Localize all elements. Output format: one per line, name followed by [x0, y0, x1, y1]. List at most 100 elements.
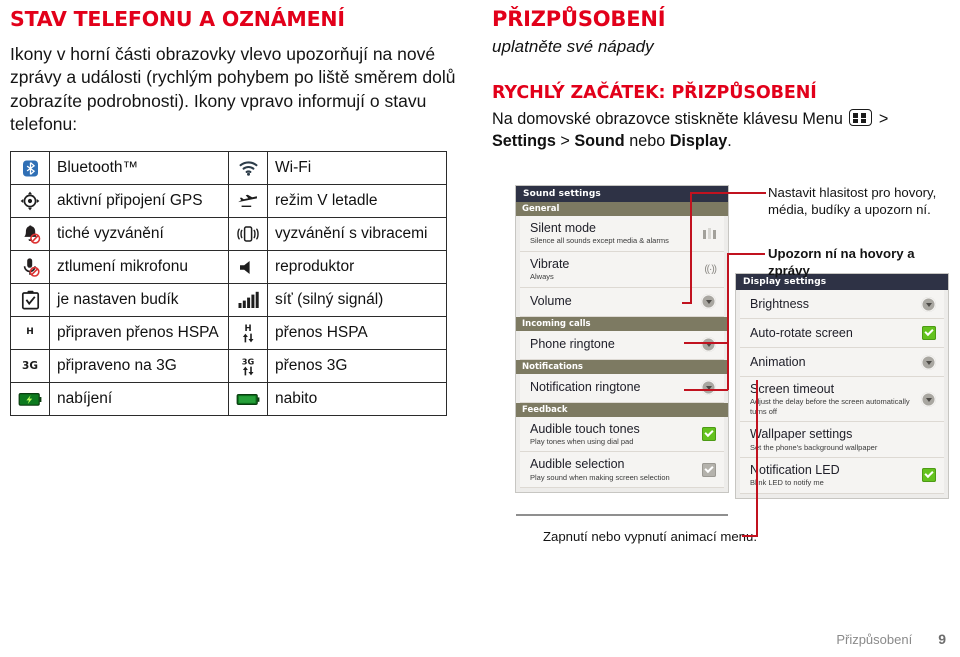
checkbox-auto-rotate[interactable] [922, 326, 936, 340]
leader-line-notify-v [727, 253, 729, 390]
list-item[interactable]: Animation [740, 348, 944, 377]
row-title: Brightness [750, 296, 810, 311]
list-item[interactable]: Phone ringtone [520, 330, 724, 360]
list-item[interactable]: Brightness [740, 290, 944, 319]
svg-text:3G: 3G [242, 357, 255, 367]
settings-sep-1: > [560, 131, 570, 150]
sound-settings-title: Sound settings [516, 186, 728, 202]
silent-ring-icon [10, 217, 50, 252]
settings-path-2: Sound [574, 131, 625, 150]
row-title: Auto-rotate screen [750, 325, 853, 340]
bluetooth-icon [10, 151, 50, 186]
row-subtitle: Play sound when making screen selection [530, 472, 670, 482]
right-column: PŘIZPŮSOBENÍ uplatněte své nápady RYCHLÝ… [492, 7, 952, 153]
row-title: Volume [530, 294, 572, 309]
row-subtitle: Blink LED to notify me [750, 478, 824, 488]
leader-line-volume-h [690, 192, 766, 194]
svg-text:H: H [26, 327, 34, 337]
row-title: Notification LED [750, 462, 840, 477]
charging-icon [10, 382, 50, 417]
status-icon-label: nabíjení [49, 382, 229, 417]
row-title: Animation [750, 354, 806, 369]
signal-bars-icon [228, 283, 268, 318]
footer-page-number: 9 [938, 631, 946, 647]
vibrate-icon [228, 217, 268, 252]
table-row: Bluetooth™ Wi-Fi [10, 151, 447, 186]
hspa-ready-icon: H [10, 316, 50, 351]
settings-path-1: Settings [492, 131, 556, 150]
hspa-transfer-icon: H [228, 316, 268, 351]
chevron-down-icon[interactable] [701, 337, 716, 352]
row-title: Audible selection [530, 457, 625, 472]
chevron-down-icon[interactable] [701, 294, 716, 309]
leader-line-notify-h [727, 253, 765, 255]
list-item[interactable]: Volume [520, 287, 724, 317]
list-item[interactable]: Notification LED Blink LED to notify me [740, 457, 944, 494]
list-item[interactable]: Audible touch tones Play tones when usin… [520, 416, 724, 453]
checkbox-audible-selection[interactable] [702, 462, 716, 477]
list-item[interactable]: Notification ringtone [520, 373, 724, 403]
status-icon-label: režim V letadle [267, 184, 447, 219]
group-header-feedback: Feedback [516, 402, 728, 417]
svg-text:3G: 3G [22, 360, 38, 372]
leader-line-notify-tip-2 [684, 389, 728, 391]
page-title: STAV TELEFONU A OZNÁMENÍ [10, 7, 345, 31]
settings-period: . [727, 131, 732, 150]
3g-transfer-icon: 3G [228, 349, 268, 384]
row-title: Screen timeout [750, 382, 835, 396]
chevron-down-icon[interactable] [921, 391, 936, 407]
list-item[interactable]: Silent mode Silence all sounds except me… [520, 216, 724, 252]
3g-ready-icon: 3G [10, 349, 50, 384]
list-item[interactable]: Wallpaper settings Set the phone's backg… [740, 422, 944, 458]
row-title: Phone ringtone [530, 337, 615, 352]
status-icon-label: reproduktor [267, 250, 447, 285]
status-icon-label: síť (silný signál) [267, 283, 447, 318]
table-row: nabíjení nabito [10, 382, 447, 417]
table-row: ztlumení mikrofonu reproduktor [10, 250, 447, 285]
list-item[interactable]: Vibrate Always ((·)) [520, 251, 724, 288]
status-icon-label: Bluetooth™ [49, 151, 229, 186]
chevron-down-icon[interactable] [921, 296, 936, 312]
table-row: H připraven přenos HSPA H přenos HSPA [10, 316, 447, 351]
status-icon-label: připraven přenos HSPA [49, 316, 229, 351]
callout-notifications: Upozorn ní na hovory a zprávy [768, 246, 915, 278]
gps-icon [10, 184, 50, 219]
leader-line-volume-tip [682, 302, 692, 304]
checkbox-notification-led[interactable] [922, 468, 936, 483]
mic-mute-icon [10, 250, 50, 285]
status-icon-label: připraveno na 3G [49, 349, 229, 384]
status-icon-label: přenos HSPA [267, 316, 447, 351]
row-title: Audible touch tones [530, 421, 640, 436]
checkbox-audible-touch-tones[interactable] [702, 426, 716, 441]
speaker-icon [228, 250, 268, 285]
group-header-general: General [516, 202, 728, 216]
chevron-down-icon[interactable] [921, 354, 936, 370]
table-row: 3G připraveno na 3G 3G přenos 3G [10, 349, 447, 384]
list-item[interactable]: Audible selection Play sound when making… [520, 452, 724, 488]
list-item[interactable]: Auto-rotate screen [740, 319, 944, 348]
status-icon-label: aktivní připojení GPS [49, 184, 229, 219]
group-header-notifications: Notifications [516, 359, 728, 374]
leader-line-animation-tip [742, 535, 758, 537]
row-title: Silent mode [530, 221, 597, 235]
settings-path-3: Display [669, 131, 728, 150]
row-subtitle: Set the phone's background wallpaper [750, 442, 878, 452]
row-subtitle: Adjust the delay before the screen autom… [750, 397, 910, 416]
vibrate-icon[interactable]: ((·)) [704, 264, 717, 275]
status-icon-label: Wi-Fi [267, 151, 447, 186]
footer-chapter: Přizpůsobení [836, 632, 913, 647]
row-subtitle: Always [530, 272, 554, 282]
row-subtitle: Play tones when using dial pad [530, 436, 634, 446]
battery-full-icon [228, 382, 268, 417]
list-item[interactable]: Screen timeout Adjust the delay before t… [740, 377, 944, 423]
alarm-set-icon [10, 283, 50, 318]
intro-paragraph: Ikony v horní části obrazovky vlevo upoz… [10, 43, 456, 135]
vibrate-bars-icon[interactable] [703, 227, 716, 239]
leader-line-animation-v [756, 380, 758, 536]
status-icon-table-body: Bluetooth™ Wi-Fi aktivní připojení GPS r… [10, 151, 447, 417]
quickstart-title: RYCHLÝ ZAČÁTEK: PŘIZPŮSOBENÍ [492, 83, 817, 104]
status-icon-table: Bluetooth™ Wi-Fi aktivní připojení GPS r… [10, 151, 447, 417]
chevron-down-icon[interactable] [701, 380, 716, 395]
row-title: Wallpaper settings [750, 427, 853, 442]
callout-animation: Zapnutí nebo vypnutí animací menu. [542, 529, 757, 544]
